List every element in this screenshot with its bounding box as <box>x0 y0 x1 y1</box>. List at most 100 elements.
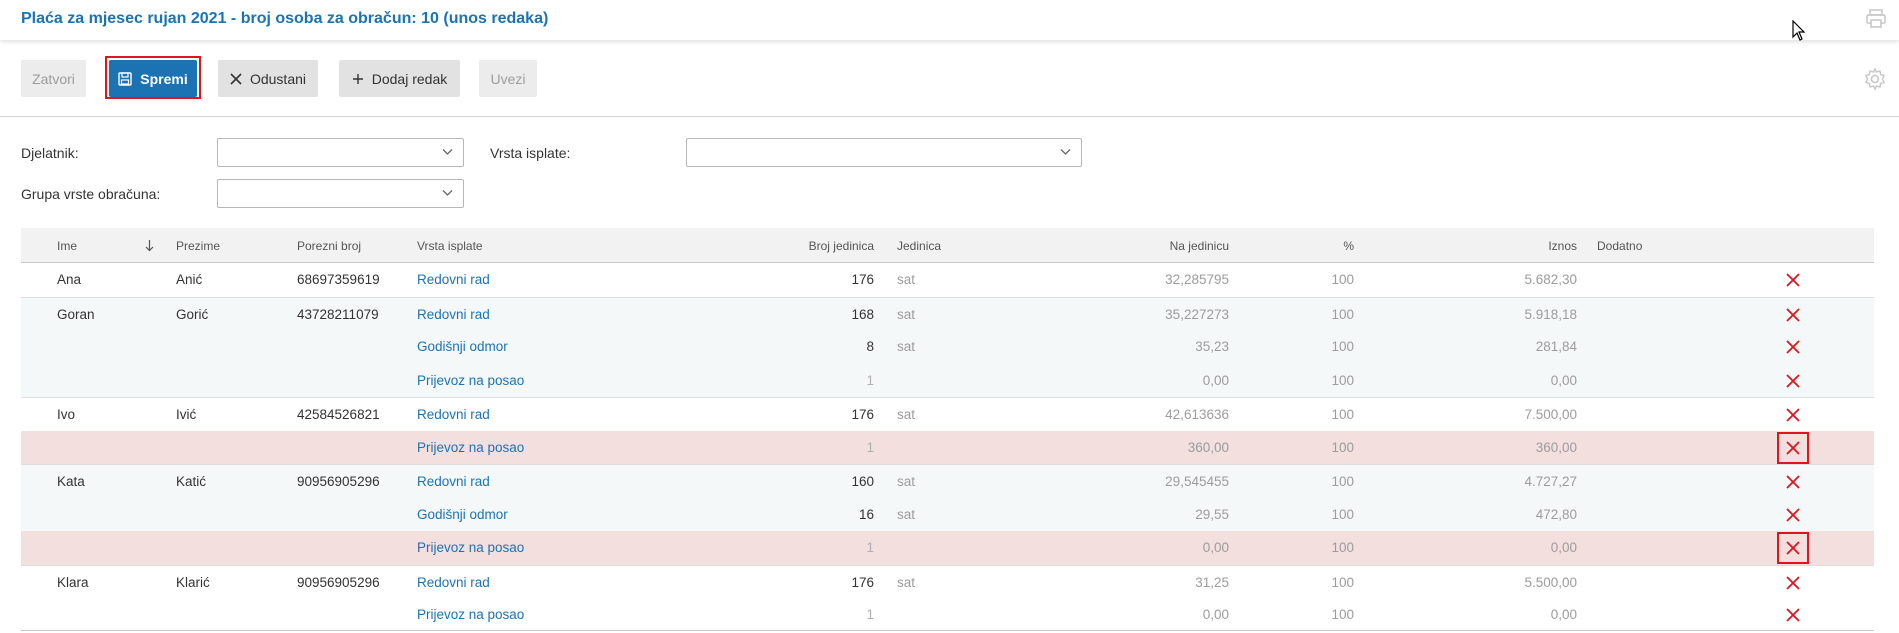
delete-highlight-frame <box>1777 532 1809 564</box>
employee-select[interactable] <box>217 138 464 167</box>
cell-prezime: Anić <box>176 272 203 287</box>
page-title: Plaća za mjesec rujan 2021 - broj osoba … <box>21 10 549 27</box>
table-row[interactable]: Prijevoz na posao 1 0,00 100 0,00 <box>21 363 1874 398</box>
cell-ime: Ana <box>57 272 82 287</box>
cell-na-jedinicu: 32,285795 <box>1165 272 1229 287</box>
column-header-na-jedinicu[interactable]: Na jedinicu <box>1170 239 1229 253</box>
table-row[interactable]: Prijevoz na posao 1 360,00 100 360,00 <box>21 430 1874 465</box>
cell-broj-jedinica: 1 <box>866 439 874 455</box>
save-highlight-frame <box>105 56 201 99</box>
cell-vrsta-isplate-link[interactable]: Redovni rad <box>417 474 490 489</box>
column-header-oib[interactable]: Porezni broj <box>297 239 361 253</box>
cell-jedinica: sat <box>897 272 916 287</box>
delete-x-icon[interactable] <box>1783 270 1803 290</box>
cell-ime: Ivo <box>57 407 76 422</box>
cell-vrsta-isplate-link[interactable]: Prijevoz na posao <box>417 540 524 555</box>
import-button[interactable]: Uvezi <box>479 60 537 97</box>
cell-broj-jedinica: 168 <box>851 306 874 322</box>
cell-broj-jedinica: 1 <box>866 607 874 622</box>
delete-x-icon[interactable] <box>1783 573 1803 593</box>
cell-broj-jedinica: 160 <box>851 474 874 489</box>
column-header-iznos[interactable]: Iznos <box>1548 239 1577 253</box>
print-icon[interactable] <box>1865 9 1887 29</box>
cell-iznos: 5.918,18 <box>1524 306 1577 322</box>
table-row[interactable]: Ivo Ivić 42584526821 Redovni rad 176 sat 42,61… <box>21 397 1874 431</box>
delete-x-icon[interactable] <box>1783 472 1803 492</box>
delete-x-icon[interactable] <box>1783 305 1803 325</box>
delete-x-icon[interactable] <box>1783 605 1803 625</box>
cell-iznos: 7.500,00 <box>1524 407 1577 422</box>
cell-vrsta-isplate-link[interactable]: Godišnji odmor <box>417 507 508 522</box>
cell-ime: Goran <box>57 306 95 322</box>
close-icon <box>230 72 242 85</box>
delete-x-icon[interactable] <box>1783 405 1803 425</box>
calc-group-select[interactable] <box>217 179 464 208</box>
cell-vrsta-isplate-link[interactable]: Redovni rad <box>417 307 490 322</box>
table-row[interactable]: Goran Gorić 43728211079 Redovni rad 168 sat 35… <box>21 296 1874 331</box>
cancel-button[interactable]: Odustani <box>218 60 318 97</box>
cell-na-jedinicu: 29,545455 <box>1165 474 1229 489</box>
cell-jedinica: sat <box>897 407 916 422</box>
cell-broj-jedinica: 8 <box>866 339 874 354</box>
close-button-label: Zatvori <box>32 70 75 87</box>
cell-na-jedinicu: 0,00 <box>1202 607 1229 622</box>
column-header-postotak[interactable]: % <box>1343 239 1354 253</box>
cell-ime: Kata <box>57 474 85 489</box>
cell-iznos: 360,00 <box>1535 439 1577 455</box>
employee-filter-label: Djelatnik: <box>21 145 79 161</box>
cell-vrsta-isplate-link[interactable]: Redovni rad <box>417 575 490 590</box>
cell-iznos: 281,84 <box>1535 339 1577 354</box>
column-header-jedinica[interactable]: Jedinica <box>897 239 941 253</box>
column-header-vrsta[interactable]: Vrsta isplate <box>417 239 483 253</box>
sort-arrow-icon[interactable] <box>145 239 154 252</box>
cell-vrsta-isplate-link[interactable]: Prijevoz na posao <box>417 607 524 622</box>
cell-postotak: 100 <box>1331 574 1354 590</box>
cell-na-jedinicu: 0,00 <box>1202 540 1229 555</box>
table-row[interactable]: Godišnji odmor 16 sat 29,55 100 472,80 <box>21 497 1874 532</box>
column-header-dodatno[interactable]: Dodatno <box>1597 239 1642 253</box>
cell-iznos: 472,80 <box>1535 506 1577 522</box>
cell-iznos: 0,00 <box>1550 607 1577 622</box>
cell-broj-jedinica: 176 <box>851 574 874 590</box>
cell-postotak: 100 <box>1331 272 1354 287</box>
cell-vrsta-isplate-link[interactable]: Godišnji odmor <box>417 339 508 354</box>
cell-prezime: Gorić <box>176 306 209 322</box>
cell-broj-jedinica: 16 <box>858 506 874 522</box>
cell-vrsta-isplate-link[interactable]: Prijevoz na posao <box>417 440 524 455</box>
cell-na-jedinicu: 35,227273 <box>1165 306 1229 322</box>
table-row[interactable]: Ana Anić 68697359619 Redovni rad 176 sat 32,28… <box>21 263 1874 297</box>
cell-postotak: 100 <box>1331 372 1354 388</box>
delete-x-icon[interactable] <box>1783 337 1803 357</box>
table-row[interactable]: Prijevoz na posao 1 0,00 100 0,00 <box>21 598 1874 632</box>
column-header-broj[interactable]: Broj jedinica <box>809 239 874 253</box>
cell-jedinica: sat <box>897 339 916 354</box>
cell-jedinica: sat <box>897 574 916 590</box>
cell-na-jedinicu: 31,25 <box>1195 574 1229 590</box>
cell-prezime: Katić <box>176 474 207 489</box>
table-row[interactable]: Klara Klarić 90956905296 Redovni rad 176 sat 3… <box>21 564 1874 599</box>
delete-x-icon[interactable] <box>1783 505 1803 525</box>
add-row-button[interactable]: Dodaj redak <box>339 60 460 97</box>
cell-prezime: Klarić <box>176 574 210 590</box>
cell-iznos: 5.500,00 <box>1524 574 1577 590</box>
cell-vrsta-isplate-link[interactable]: Redovni rad <box>417 272 490 287</box>
table-row[interactable]: Kata Katić 90956905296 Redovni rad 160 sat 29,… <box>21 464 1874 498</box>
table-row[interactable]: Godišnji odmor 8 sat 35,23 100 281,84 <box>21 330 1874 364</box>
cell-vrsta-isplate-link[interactable]: Redovni rad <box>417 407 490 422</box>
column-header-prezime[interactable]: Prezime <box>176 239 220 253</box>
chevron-down-icon <box>442 149 453 155</box>
cell-vrsta-isplate-link[interactable]: Prijevoz na posao <box>417 373 524 388</box>
cell-postotak: 100 <box>1331 540 1354 555</box>
delete-x-icon[interactable] <box>1783 371 1803 391</box>
cell-na-jedinicu: 42,613636 <box>1165 407 1229 422</box>
add-row-button-label: Dodaj redak <box>371 70 448 87</box>
gear-icon[interactable] <box>1863 67 1887 91</box>
column-header-ime[interactable]: Ime <box>57 239 77 253</box>
cell-postotak: 100 <box>1331 474 1354 489</box>
table-row[interactable]: Prijevoz na posao 1 0,00 100 0,00 <box>21 531 1874 565</box>
close-button[interactable]: Zatvori <box>21 60 86 97</box>
payment-type-select[interactable] <box>686 138 1082 167</box>
cell-iznos: 5.682,30 <box>1524 272 1577 287</box>
chevron-down-icon <box>442 190 453 196</box>
cell-oib: 90956905296 <box>297 574 380 590</box>
